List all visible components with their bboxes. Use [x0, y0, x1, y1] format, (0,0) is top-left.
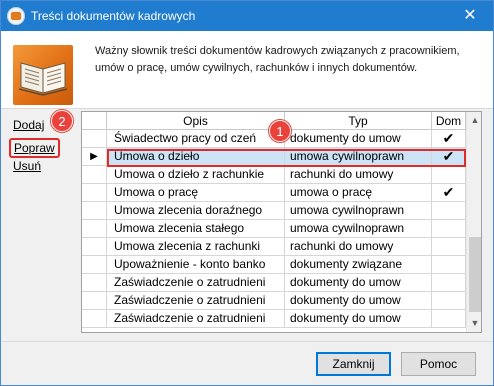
help-button[interactable]: Pomoc — [401, 352, 476, 376]
cell-typ[interactable]: dokumenty do umow — [285, 274, 432, 292]
scroll-up-icon[interactable]: ▲ — [467, 112, 481, 129]
row-pointer-icon — [82, 256, 107, 274]
row-pointer-icon — [82, 238, 107, 256]
add-link[interactable]: Dodaj — [13, 118, 44, 132]
header-indicator-cell — [82, 112, 107, 130]
dialog-footer: Zamknij Pomoc — [1, 341, 493, 385]
app-logo-icon — [7, 7, 25, 25]
table-row[interactable]: Zaświadczenie o zatrudnieni dokumenty do… — [82, 292, 466, 310]
grid-rows: Świadectwo pracy od czeń dokumenty do um… — [82, 130, 466, 328]
row-pointer-icon — [82, 310, 107, 328]
column-header-dom[interactable]: Dom — [432, 112, 466, 130]
check-icon[interactable] — [432, 274, 466, 292]
table-row[interactable]: Umowa o dzieło z rachunkie rachunki do u… — [82, 166, 466, 184]
cell-typ[interactable]: dokumenty do umow — [285, 310, 432, 328]
row-pointer-icon — [82, 166, 107, 184]
cell-opis[interactable]: Umowa o pracę — [107, 184, 285, 202]
check-icon[interactable] — [432, 238, 466, 256]
cell-opis[interactable]: Umowa zlecenia doraźnego — [107, 202, 285, 220]
cell-typ[interactable]: dokumenty związane — [285, 256, 432, 274]
check-icon[interactable]: ✔ — [432, 148, 466, 166]
table-row[interactable]: Umowa zlecenia stałego umowa cywilnopraw… — [82, 220, 466, 238]
cell-opis[interactable]: Świadectwo pracy od czeń — [107, 130, 285, 148]
step-badge-1: 1 — [269, 120, 291, 142]
window-title: Treści dokumentów kadrowych — [31, 9, 196, 23]
cell-typ[interactable]: rachunki do umowy — [285, 238, 432, 256]
table-row[interactable]: Upoważnienie - konto banko dokumenty zwi… — [82, 256, 466, 274]
cell-opis[interactable]: Zaświadczenie o zatrudnieni — [107, 310, 285, 328]
cell-opis[interactable]: Zaświadczenie o zatrudnieni — [107, 274, 285, 292]
check-icon[interactable] — [432, 310, 466, 328]
table-row[interactable]: Zaświadczenie o zatrudnieni dokumenty do… — [82, 310, 466, 328]
check-icon[interactable]: ✔ — [432, 130, 466, 148]
table-row[interactable]: Umowa o pracę umowa o pracę ✔ — [82, 184, 466, 202]
cell-typ[interactable]: umowa cywilnoprawn — [285, 202, 432, 220]
row-pointer-icon — [82, 184, 107, 202]
row-pointer-icon: ▶ — [82, 148, 107, 166]
cell-typ[interactable]: dokumenty do umow — [285, 130, 432, 148]
documents-grid[interactable]: Opis Typ Dom Świadectwo pracy od czeń do… — [81, 111, 482, 333]
header-panel: Ważny słownik treści dokumentów kadrowyc… — [1, 31, 493, 109]
cell-typ[interactable]: umowa cywilnoprawn — [285, 220, 432, 238]
vertical-scrollbar[interactable]: ▲ ▼ — [466, 112, 481, 332]
table-row[interactable]: Umowa zlecenia z rachunki rachunki do um… — [82, 238, 466, 256]
close-button[interactable]: Zamknij — [316, 352, 391, 376]
cell-typ[interactable]: umowa cywilnoprawn — [285, 148, 432, 166]
cell-opis[interactable]: Upoważnienie - konto banko — [107, 256, 285, 274]
check-icon[interactable] — [432, 202, 466, 220]
check-icon[interactable] — [432, 292, 466, 310]
cell-typ[interactable]: dokumenty do umow — [285, 292, 432, 310]
row-pointer-icon — [82, 292, 107, 310]
cell-opis[interactable]: Umowa zlecenia stałego — [107, 220, 285, 238]
step-badge-2: 2 — [51, 110, 73, 132]
column-header-opis[interactable]: Opis — [107, 112, 285, 130]
row-pointer-icon — [82, 130, 107, 148]
table-row[interactable]: Umowa zlecenia doraźnego umowa cywilnopr… — [82, 202, 466, 220]
check-icon[interactable] — [432, 220, 466, 238]
table-row[interactable]: Zaświadczenie o zatrudnieni dokumenty do… — [82, 274, 466, 292]
cell-opis[interactable]: Umowa o dzieło z rachunkie — [107, 166, 285, 184]
cell-opis[interactable]: Umowa o dzieło — [107, 148, 285, 166]
open-book-icon — [13, 45, 73, 105]
table-row-selected[interactable]: ▶ Umowa o dzieło umowa cywilnoprawn ✔ — [82, 148, 466, 166]
dictionary-description: Ważny słownik treści dokumentów kadrowyc… — [95, 45, 460, 74]
scroll-down-icon[interactable]: ▼ — [467, 315, 481, 332]
column-header-typ[interactable]: Typ — [285, 112, 432, 130]
check-icon[interactable] — [432, 166, 466, 184]
check-icon[interactable] — [432, 256, 466, 274]
scrollbar-thumb[interactable] — [469, 237, 481, 312]
close-window-button[interactable]: ✕ — [447, 1, 493, 31]
cell-opis[interactable]: Zaświadczenie o zatrudnieni — [107, 292, 285, 310]
title-bar[interactable]: Treści dokumentów kadrowych ✕ — [1, 1, 493, 31]
edit-link[interactable]: Popraw — [9, 138, 60, 158]
cell-typ[interactable]: rachunki do umowy — [285, 166, 432, 184]
row-pointer-icon — [82, 220, 107, 238]
delete-link[interactable]: Usuń — [13, 159, 41, 173]
row-pointer-icon — [82, 202, 107, 220]
row-pointer-icon — [82, 274, 107, 292]
dialog-window: Treści dokumentów kadrowych ✕ Ważny słow… — [0, 0, 494, 386]
cell-typ[interactable]: umowa o pracę — [285, 184, 432, 202]
check-icon[interactable]: ✔ — [432, 184, 466, 202]
cell-opis[interactable]: Umowa zlecenia z rachunki — [107, 238, 285, 256]
